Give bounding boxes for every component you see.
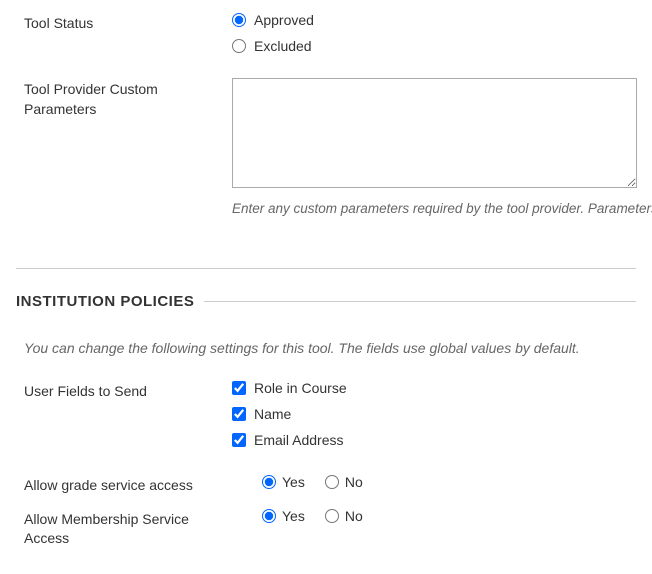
tool-status-control: Approved Excluded <box>232 12 652 54</box>
tool-status-excluded-option[interactable]: Excluded <box>232 38 652 54</box>
user-fields-role-checkbox[interactable] <box>232 381 246 395</box>
membership-service-yes-radio[interactable] <box>262 509 276 523</box>
tool-status-approved-label: Approved <box>254 12 314 28</box>
user-fields-control: Role in Course Name Email Address <box>232 380 652 448</box>
tool-status-approved-option[interactable]: Approved <box>232 12 652 28</box>
grade-service-no-option[interactable]: No <box>325 474 363 490</box>
grade-service-yes-option[interactable]: Yes <box>262 474 305 490</box>
user-fields-email-label: Email Address <box>254 432 343 448</box>
membership-service-row: Allow Membership Service Access Yes No <box>0 502 652 555</box>
grade-service-row: Allow grade service access Yes No <box>0 468 652 502</box>
custom-params-label: Tool Provider Custom Parameters <box>24 78 232 216</box>
tool-status-excluded-radio[interactable] <box>232 39 246 53</box>
custom-params-textarea[interactable] <box>232 78 637 188</box>
tool-status-row: Tool Status Approved Excluded <box>0 8 652 58</box>
grade-service-radio-row: Yes No <box>232 474 652 490</box>
grade-service-no-label: No <box>345 474 363 490</box>
membership-service-label: Allow Membership Service Access <box>24 508 232 549</box>
membership-service-yes-label: Yes <box>282 508 305 524</box>
user-fields-email-option[interactable]: Email Address <box>232 432 652 448</box>
tool-status-label: Tool Status <box>24 12 232 54</box>
institution-policies-title: INSTITUTION POLICIES <box>16 293 194 310</box>
institution-policies-line <box>204 301 636 302</box>
user-fields-name-checkbox[interactable] <box>232 407 246 421</box>
membership-service-no-option[interactable]: No <box>325 508 363 524</box>
grade-service-yes-radio[interactable] <box>262 475 276 489</box>
user-fields-name-option[interactable]: Name <box>232 406 652 422</box>
institution-policies-header: INSTITUTION POLICIES <box>0 269 652 310</box>
membership-service-no-radio[interactable] <box>325 509 339 523</box>
custom-params-row: Tool Provider Custom Parameters Enter an… <box>0 74 652 220</box>
grade-service-no-radio[interactable] <box>325 475 339 489</box>
grade-service-control: Yes No <box>232 474 652 496</box>
membership-service-control: Yes No <box>232 508 652 549</box>
user-fields-name-label: Name <box>254 406 291 422</box>
user-fields-checkbox-group: Role in Course Name Email Address <box>232 380 652 448</box>
tool-status-approved-radio[interactable] <box>232 13 246 27</box>
user-fields-role-label: Role in Course <box>254 380 347 396</box>
user-fields-label: User Fields to Send <box>24 380 232 448</box>
custom-params-control: Enter any custom parameters required by … <box>232 78 652 216</box>
grade-service-yes-label: Yes <box>282 474 305 490</box>
membership-service-yes-option[interactable]: Yes <box>262 508 305 524</box>
user-fields-row: User Fields to Send Role in Course Name … <box>0 376 652 452</box>
tool-status-excluded-label: Excluded <box>254 38 312 54</box>
user-fields-email-checkbox[interactable] <box>232 433 246 447</box>
grade-service-label: Allow grade service access <box>24 474 232 496</box>
custom-params-helper: Enter any custom parameters required by … <box>232 201 652 216</box>
user-fields-role-option[interactable]: Role in Course <box>232 380 652 396</box>
institution-policies-intro: You can change the following settings fo… <box>0 310 652 376</box>
membership-service-no-label: No <box>345 508 363 524</box>
tool-status-radio-group: Approved Excluded <box>232 12 652 54</box>
membership-service-radio-row: Yes No <box>232 508 652 524</box>
